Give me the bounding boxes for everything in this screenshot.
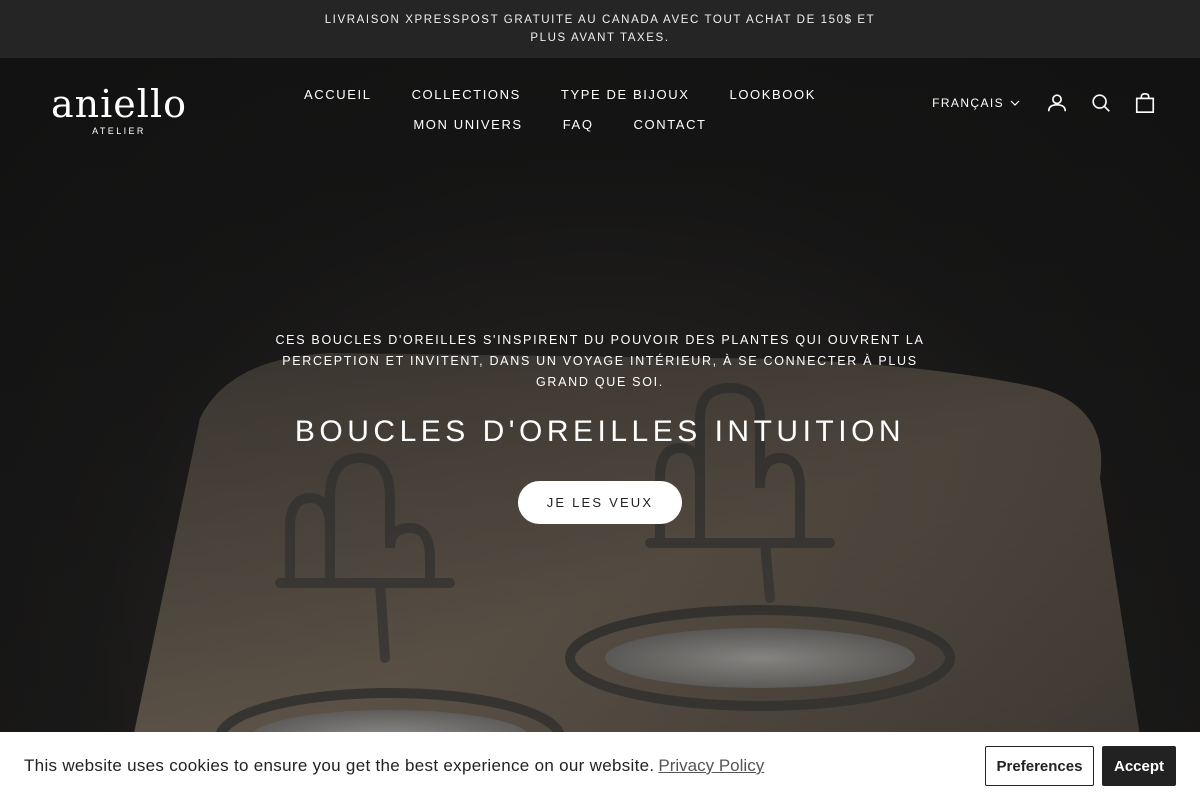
nav-item-type-de-bijoux[interactable]: TYPE DE BIJOUX	[541, 80, 710, 110]
account-icon[interactable]	[1046, 92, 1068, 114]
hero-content: CES BOUCLES D'OREILLES S'INSPIRENT DU PO…	[270, 330, 930, 524]
nav-item-lookbook[interactable]: LOOKBOOK	[710, 80, 837, 110]
nav-item-mon-univers[interactable]: MON UNIVERS	[393, 110, 542, 140]
logo-wordmark: aniello	[51, 82, 187, 126]
language-label: FRANÇAIS	[932, 96, 1004, 110]
nav-item-contact[interactable]: CONTACT	[614, 110, 727, 140]
accept-button[interactable]: Accept	[1102, 746, 1176, 786]
main-nav: ACCUEIL COLLECTIONS TYPE DE BIJOUX LOOKB…	[230, 80, 890, 140]
announcement-bar: LIVRAISON XPRESSPOST GRATUITE AU CANADA …	[0, 0, 1200, 58]
announcement-text: LIVRAISON XPRESSPOST GRATUITE AU CANADA …	[324, 14, 876, 44]
language-selector[interactable]: FRANÇAIS	[932, 96, 1020, 110]
nav-item-collections[interactable]: COLLECTIONS	[392, 80, 541, 110]
site-header: aniello ATELIER ACCUEIL COLLECTIONS TYPE…	[0, 58, 1200, 158]
preferences-button[interactable]: Preferences	[985, 746, 1094, 786]
cart-icon[interactable]	[1134, 92, 1156, 114]
nav-item-faq[interactable]: FAQ	[543, 110, 614, 140]
cookie-actions: Preferences Accept	[985, 746, 1176, 786]
site-logo[interactable]: aniello ATELIER	[48, 84, 190, 138]
chevron-down-icon	[1010, 100, 1020, 106]
cookie-message: This website uses cookies to ensure you …	[24, 756, 655, 775]
search-icon[interactable]	[1090, 92, 1112, 114]
privacy-policy-link[interactable]: Privacy Policy	[658, 756, 764, 776]
header-actions: FRANÇAIS	[932, 92, 1156, 114]
nav-item-accueil[interactable]: ACCUEIL	[284, 80, 392, 110]
shop-now-button[interactable]: JE LES VEUX	[517, 481, 683, 524]
logo-subtitle: ATELIER	[92, 126, 146, 136]
hero-description: CES BOUCLES D'OREILLES S'INSPIRENT DU PO…	[275, 333, 925, 389]
hero-title: BOUCLES D'OREILLES INTUITION	[294, 415, 906, 448]
cookie-banner: This website uses cookies to ensure you …	[0, 732, 1200, 800]
